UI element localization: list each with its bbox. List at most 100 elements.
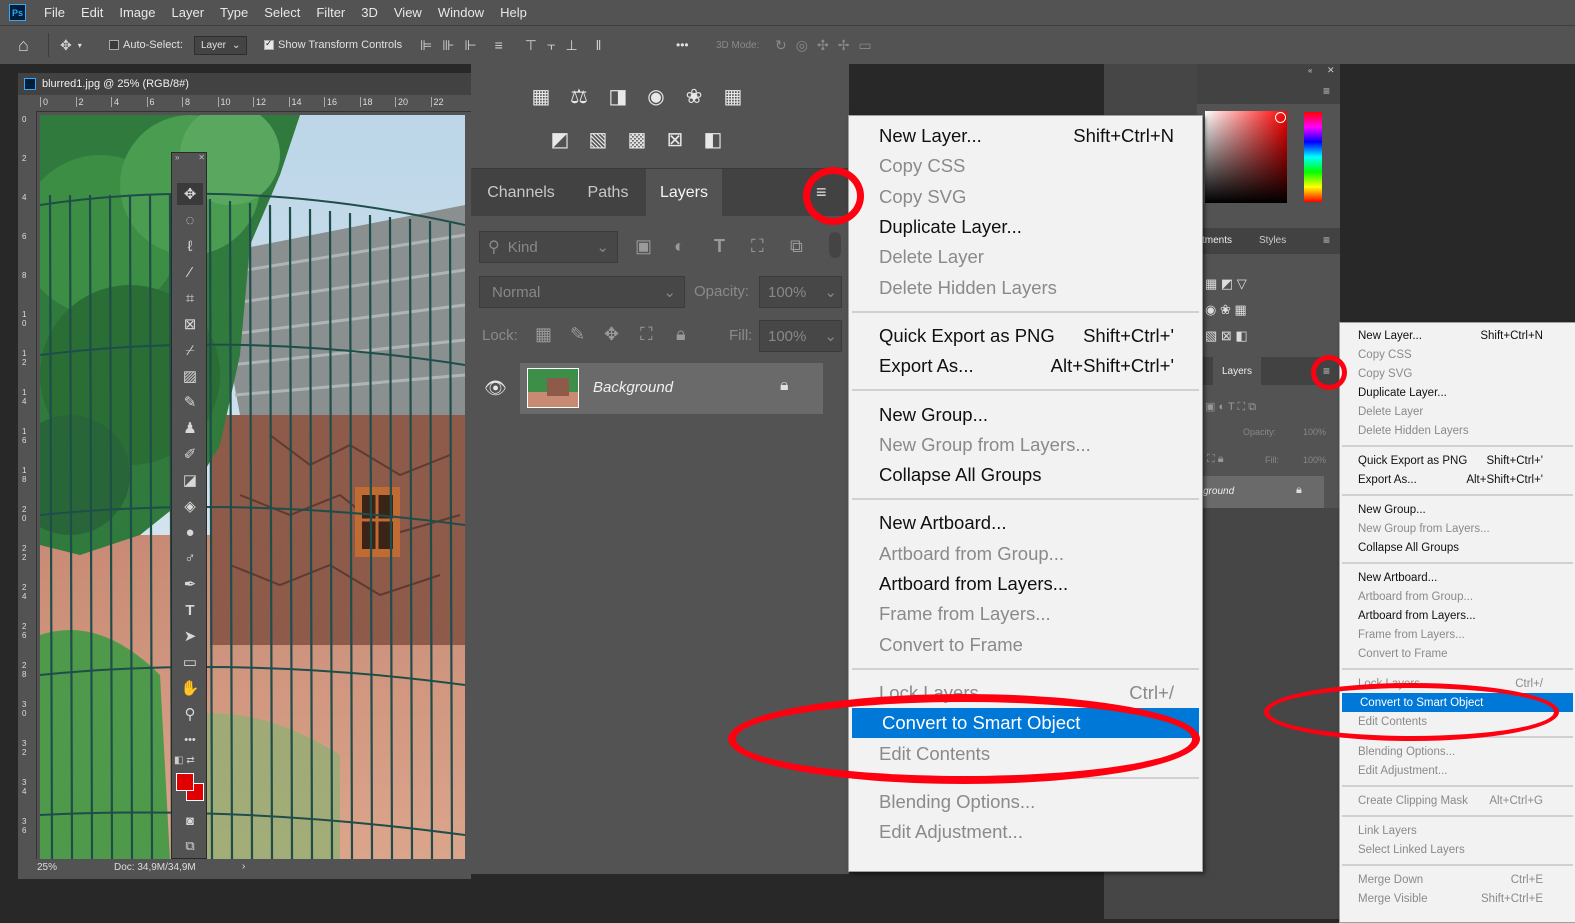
3d-roll-icon[interactable]: ◎ <box>796 37 808 54</box>
brush-tool[interactable]: ✎ <box>177 391 203 413</box>
menu-item-new-artboard[interactable]: New Artboard... <box>849 508 1202 538</box>
menu-view[interactable]: View <box>386 5 430 20</box>
levels-icon[interactable]: ⚖ <box>566 84 592 108</box>
screen-mode-button[interactable]: ⧉ <box>177 835 203 857</box>
menu-item-quick-export-as-png[interactable]: Quick Export as PNG Shift+Ctrl+' <box>1340 451 1575 470</box>
menu-item-select-linked-layers[interactable]: Select Linked Layers <box>1340 840 1575 859</box>
threshold-icon[interactable]: ▩ <box>624 127 650 151</box>
healing-brush-tool[interactable]: ▨ <box>177 365 203 387</box>
home-icon[interactable]: ⌂ <box>18 26 29 64</box>
3d-orbit-icon[interactable]: ↻ <box>775 37 787 54</box>
align-middle-icon[interactable]: ⫟ <box>547 37 555 54</box>
align-bottom-icon[interactable]: ⊥ <box>565 37 577 54</box>
opacity-input[interactable]: 100% ⌄ <box>759 276 842 308</box>
collapse-icon[interactable]: » <box>175 153 179 163</box>
menu-item-edit-adjustment[interactable]: Edit Adjustment... <box>849 817 1202 847</box>
layer-row-background[interactable]: Background 🔒︎ <box>520 363 823 414</box>
menu-item-new-group-from-layers[interactable]: New Group from Layers... <box>1340 519 1575 538</box>
menu-window[interactable]: Window <box>430 5 492 20</box>
type-tool[interactable]: T <box>177 599 203 621</box>
eyedropper-tool[interactable]: ⌿ <box>177 339 203 361</box>
menu-file[interactable]: File <box>36 5 73 20</box>
gradient-map-icon[interactable]: ◧ <box>700 127 726 151</box>
show-transform-checkbox[interactable]: Show Transform Controls <box>264 26 402 64</box>
fill-value-small[interactable]: 100% <box>1303 455 1326 465</box>
align-left-icon[interactable]: ⊫ <box>420 37 432 54</box>
adjustment-icons-row-3[interactable]: ▧ ⊠ ◧ <box>1205 328 1248 344</box>
image-canvas[interactable] <box>40 115 465 859</box>
magic-wand-tool[interactable]: ⁄ <box>177 261 203 283</box>
document-tab[interactable]: blurred1.jpg @ 25% (RGB/8#) <box>18 73 471 95</box>
lasso-tool[interactable]: ℓ <box>177 235 203 257</box>
move-tool[interactable]: ✥ <box>177 183 203 205</box>
menu-item-collapse-all-groups[interactable]: Collapse All Groups <box>849 460 1202 490</box>
eraser-tool[interactable]: ◪ <box>177 469 203 491</box>
menu-help[interactable]: Help <box>492 5 535 20</box>
adjustment-icons-row-1[interactable]: ▦ ◩ ▽ <box>1205 276 1247 292</box>
menu-item-quick-export-as-png[interactable]: Quick Export as PNG Shift+Ctrl+' <box>849 321 1202 351</box>
menu-item-new-layer[interactable]: New Layer... Shift+Ctrl+N <box>1340 326 1575 345</box>
close-icon[interactable]: ✕ <box>198 153 205 163</box>
zoom-tool[interactable]: ⚲ <box>177 703 203 725</box>
more-options-button[interactable]: ••• <box>676 26 689 64</box>
path-selection-tool[interactable]: ➤ <box>177 625 203 647</box>
menu-item-convert-to-frame[interactable]: Convert to Frame <box>849 630 1202 660</box>
rectangle-tool[interactable]: ▭ <box>177 651 203 673</box>
filter-shape-icon[interactable]: ⛶ <box>751 236 764 257</box>
menu-item-new-artboard[interactable]: New Artboard... <box>1340 568 1575 587</box>
tab-layers-small[interactable]: Layers <box>1213 357 1261 385</box>
menu-item-merge-visible[interactable]: Merge Visible Shift+Ctrl+E <box>1340 889 1575 908</box>
align-right-icon[interactable]: ⊩ <box>464 37 476 54</box>
menu-item-edit-adjustment[interactable]: Edit Adjustment... <box>1340 761 1575 780</box>
color-lookup-icon[interactable]: ▦ <box>720 84 746 108</box>
tab-paths[interactable]: Paths <box>571 169 645 216</box>
exposure-icon[interactable]: ◉ <box>643 84 669 108</box>
menu-item-artboard-from-group[interactable]: Artboard from Group... <box>849 539 1202 569</box>
lock-image-icon[interactable]: ✎ <box>570 324 585 345</box>
align-center-icon[interactable]: ⊪ <box>442 37 454 54</box>
menu-item-blending-options[interactable]: Blending Options... <box>849 787 1202 817</box>
clone-stamp-tool[interactable]: ♟ <box>177 417 203 439</box>
layer-row-small[interactable]: ground 🔒︎ <box>1197 476 1324 508</box>
filter-type-icon[interactable]: T <box>714 236 725 257</box>
menu-item-artboard-from-layers[interactable]: Artboard from Layers... <box>1340 606 1575 625</box>
menu-item-new-group[interactable]: New Group... <box>849 399 1202 429</box>
menu-item-duplicate-layer[interactable]: Duplicate Layer... <box>1340 383 1575 402</box>
menu-item-artboard-from-layers[interactable]: Artboard from Layers... <box>849 569 1202 599</box>
blend-mode-dropdown[interactable]: Normal ⌄ <box>479 276 685 308</box>
menu-item-export-as[interactable]: Export As... Alt+Shift+Ctrl+' <box>1340 470 1575 489</box>
lock-position-icon[interactable]: ✥ <box>604 324 619 345</box>
menu-select[interactable]: Select <box>256 5 308 20</box>
menu-layer[interactable]: Layer <box>164 5 213 20</box>
edit-toolbar-button[interactable]: ••• <box>177 729 203 751</box>
menu-item-new-group[interactable]: New Group... <box>1340 500 1575 519</box>
menu-item-duplicate-layer[interactable]: Duplicate Layer... <box>849 212 1202 242</box>
lock-all-icon[interactable]: 🔒︎ <box>676 324 686 345</box>
filter-adjustment-icon[interactable]: ◐ <box>674 236 685 257</box>
menu-item-create-clipping-mask[interactable]: Create Clipping Mask Alt+Ctrl+G <box>1340 791 1575 810</box>
lock-artboard-icon[interactable]: ⛶ <box>640 324 653 345</box>
lock-icons-small[interactable]: ⛶ 🔒︎ <box>1207 453 1224 466</box>
menu-item-blending-options[interactable]: Blending Options... <box>1340 742 1575 761</box>
default-colors-icon[interactable]: ◧ ⇄ <box>174 755 195 766</box>
frame-tool[interactable]: ⊠ <box>177 313 203 335</box>
invert-icon[interactable]: ◩ <box>547 127 573 151</box>
selective-color-icon[interactable]: ⊠ <box>662 127 688 151</box>
menu-item-frame-from-layers[interactable]: Frame from Layers... <box>1340 625 1575 644</box>
zoom-level[interactable]: 25% <box>37 862 57 873</box>
menu-item-link-layers[interactable]: Link Layers <box>1340 821 1575 840</box>
filter-kind-dropdown[interactable]: ⚲ Kind ⌄ <box>479 231 618 263</box>
pen-tool[interactable]: ✒ <box>177 573 203 595</box>
filter-pixel-icon[interactable]: ▣ <box>635 236 652 257</box>
auto-select-checkbox[interactable]: Auto-Select: <box>109 26 183 64</box>
3d-pan-icon[interactable]: ✣ <box>817 37 829 54</box>
menu-filter[interactable]: Filter <box>308 5 353 20</box>
menu-edit[interactable]: Edit <box>73 5 111 20</box>
adjustment-icons-row-2[interactable]: ◉ ❀ ▦ <box>1205 302 1247 318</box>
color-picker-cursor[interactable] <box>1275 112 1286 123</box>
posterize-icon[interactable]: ▧ <box>585 127 611 151</box>
menu-item-merge-down[interactable]: Merge Down Ctrl+E <box>1340 870 1575 889</box>
align-top-icon[interactable]: ⊤ <box>525 37 537 54</box>
menu-item-collapse-all-groups[interactable]: Collapse All Groups <box>1340 538 1575 557</box>
channel-mixer-icon[interactable]: ❀ <box>681 84 707 108</box>
